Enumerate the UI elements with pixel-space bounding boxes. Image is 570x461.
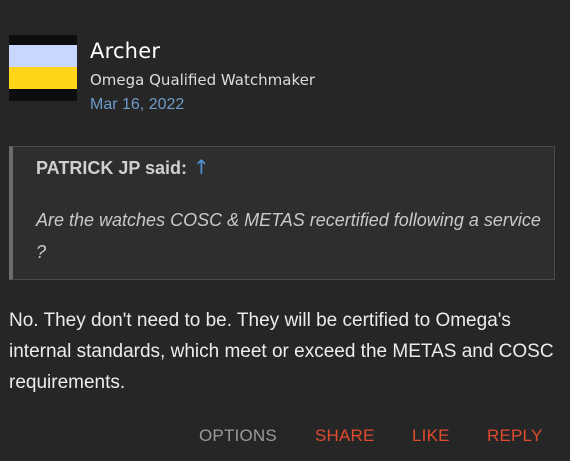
quote-header: PATRICK JP said: ↑ <box>36 155 210 179</box>
share-button[interactable]: SHARE <box>315 426 375 446</box>
post-date[interactable]: Mar 16, 2022 <box>90 96 184 114</box>
quote-author: PATRICK JP said: <box>36 158 188 178</box>
forum-post: Archer Omega Qualified Watchmaker Mar 16… <box>0 0 570 461</box>
avatar-band-yellow <box>9 67 77 89</box>
avatar[interactable] <box>9 35 77 101</box>
reply-button[interactable]: REPLY <box>487 426 543 446</box>
quote-text: Are the watches COSC & METAS recertified… <box>36 210 541 262</box>
options-button[interactable]: OPTIONS <box>199 426 277 446</box>
author-title: Omega Qualified Watchmaker <box>90 71 315 89</box>
like-button[interactable]: LIKE <box>412 426 450 446</box>
arrow-up-icon[interactable]: ↑ <box>193 155 210 179</box>
avatar-band-blue <box>9 45 77 67</box>
quote-block: PATRICK JP said: ↑ Are the watches COSC &… <box>9 146 555 280</box>
avatar-band-dark <box>9 35 77 45</box>
post-message: No. They don't need to be. They will be … <box>9 310 554 393</box>
post-actions: OPTIONS SHARE LIKE REPLY <box>0 426 570 450</box>
author-name[interactable]: Archer <box>90 39 160 63</box>
